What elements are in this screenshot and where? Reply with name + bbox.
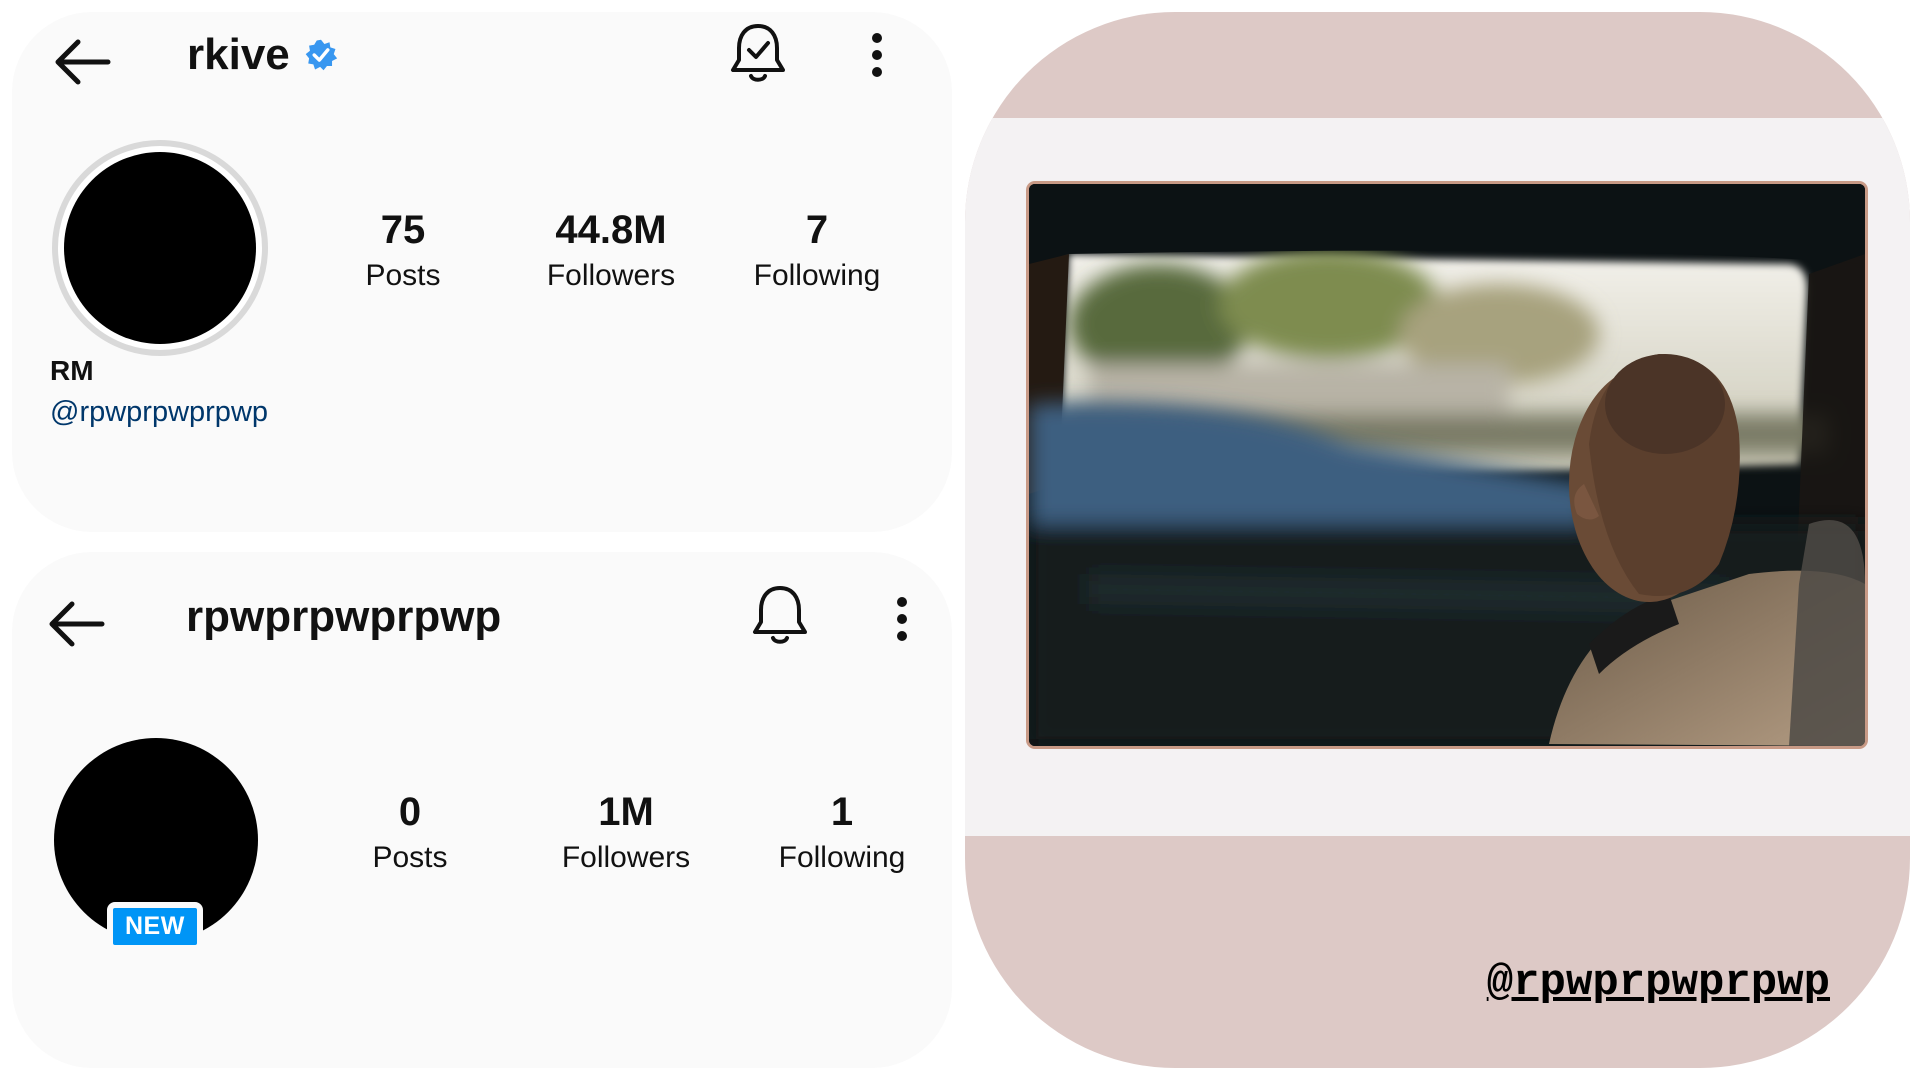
- bell-check-icon[interactable]: [727, 20, 789, 86]
- more-vertical-icon[interactable]: [892, 594, 912, 644]
- stat-followers-value: 1M: [598, 790, 654, 834]
- car-window-photo: [1029, 184, 1865, 746]
- stat-followers-value: 44.8M: [555, 208, 667, 252]
- stat-following[interactable]: 7 Following: [722, 206, 912, 296]
- stat-posts[interactable]: 75 Posts: [308, 206, 498, 296]
- profile-username: rkive: [187, 30, 338, 80]
- stat-following-value: 7: [805, 208, 829, 252]
- film-photo: [1029, 184, 1865, 746]
- stat-following-value: 1: [830, 790, 854, 834]
- stat-posts-value: 75: [380, 208, 426, 252]
- username-text: rkive: [187, 30, 290, 79]
- stat-posts[interactable]: 0 Posts: [315, 788, 505, 878]
- photo-caption-mention[interactable]: @rpwprpwprpwp: [1487, 958, 1830, 1008]
- profile-card-rpwprpwprpwp: rpwprpwprpwp NEW 0 Posts 1M Followers 1 …: [12, 552, 952, 1068]
- bell-icon[interactable]: [749, 582, 811, 648]
- stat-posts-value: 0: [398, 790, 422, 834]
- profile-card-rkive: rkive 75 Posts 44.8M Followers 7 Followi…: [12, 12, 952, 532]
- username-text: rpwprpwprpwp: [186, 592, 502, 641]
- more-vertical-icon[interactable]: [867, 30, 887, 80]
- stat-followers[interactable]: 44.8M Followers: [516, 206, 706, 296]
- stat-posts-label: Posts: [365, 259, 441, 292]
- back-arrow-icon[interactable]: [42, 594, 112, 654]
- avatar[interactable]: [64, 152, 256, 344]
- bio-mention-link[interactable]: @rpwprpwprpwp: [50, 396, 268, 429]
- display-name: RM: [50, 355, 94, 386]
- back-arrow-icon[interactable]: [48, 32, 118, 92]
- stat-following[interactable]: 1 Following: [747, 788, 937, 878]
- verified-badge-icon: [305, 39, 337, 71]
- new-badge: NEW: [107, 902, 203, 951]
- stat-posts-label: Posts: [372, 841, 448, 874]
- story-photo-panel: @rpwprpwprpwp: [965, 12, 1910, 1068]
- profile-username: rpwprpwprpwp: [186, 592, 501, 642]
- stat-followers-label: Followers: [561, 841, 691, 874]
- stat-followers-label: Followers: [546, 259, 676, 292]
- stat-following-label: Following: [778, 841, 906, 874]
- stat-followers[interactable]: 1M Followers: [531, 788, 721, 878]
- stat-following-label: Following: [753, 259, 881, 292]
